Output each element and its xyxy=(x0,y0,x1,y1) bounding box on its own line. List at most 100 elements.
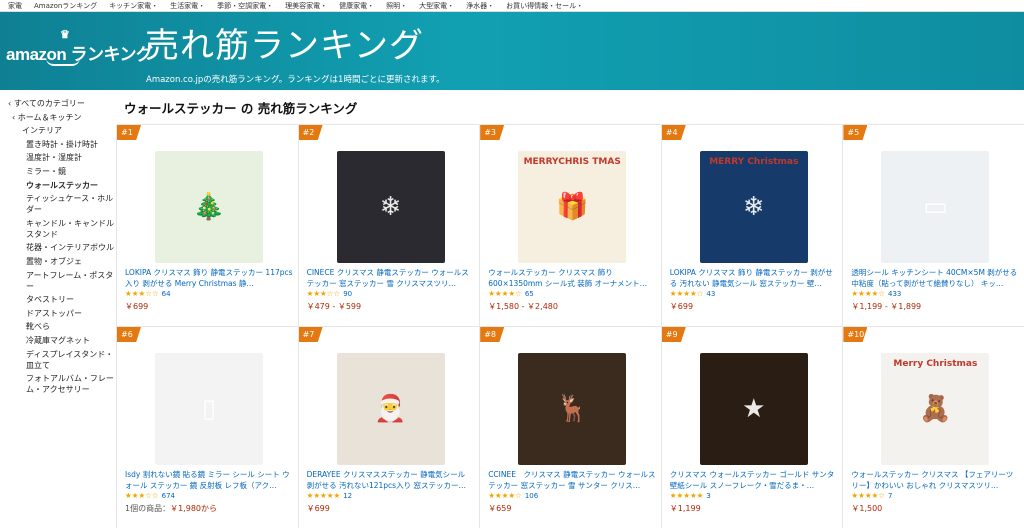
star-rating[interactable]: ★★★★☆ 43 xyxy=(670,289,716,298)
rank-badge: #8 xyxy=(480,327,505,342)
product-grid: #1 🎄 LOKIPA クリスマス 飾り 静電ステッカー 117pcs入り 剥が… xyxy=(116,124,1024,528)
product-card: #5 ▭ 透明シール キッチンシート 40CM×5M 剥がせる中粘度（貼って剥が… xyxy=(842,124,1024,326)
sidebar-category-item[interactable]: 靴べら xyxy=(8,321,118,332)
product-image-icon: 🦌 xyxy=(556,394,589,424)
product-image[interactable]: ★ xyxy=(699,353,808,465)
product-image-icon: ❄ xyxy=(742,192,765,222)
sidebar-category-item[interactable]: インテリア xyxy=(8,125,118,136)
banner-subtitle: Amazon.co.jpの売れ筋ランキング。ランキングは1時間ごとに更新されます… xyxy=(146,75,445,85)
product-title-link[interactable]: 透明シール キッチンシート 40CM×5M 剥がせる中粘度（貼って剥がせて絶賛り… xyxy=(851,267,1019,289)
review-count[interactable]: 3 xyxy=(706,492,710,500)
topnav-item[interactable]: 家電 xyxy=(8,1,22,11)
star-rating[interactable]: ★★★☆☆ 674 xyxy=(125,491,175,500)
crown-icon: ♛ xyxy=(60,29,70,41)
rank-badge: #3 xyxy=(480,125,505,140)
product-card: #9 ★ クリスマス ウォールステッカー ゴールド サンタ 壁紙シール スノーフ… xyxy=(660,326,843,528)
review-count[interactable]: 65 xyxy=(525,290,534,298)
product-price: ￥699 xyxy=(670,301,693,312)
sidebar-category-item[interactable]: ティッシュケース・ホルダー xyxy=(8,193,118,215)
sidebar-category-item[interactable]: アートフレーム・ポスター xyxy=(8,270,118,292)
rank-badge: #5 xyxy=(843,125,868,140)
product-title-link[interactable]: LOKIPA クリスマス 飾り 静電ステッカー 117pcs入り 剥がせる Me… xyxy=(125,267,293,289)
star-rating[interactable]: ★★★★☆ 65 xyxy=(488,289,534,298)
review-count[interactable]: 43 xyxy=(706,290,715,298)
price-value: ￥1,199 xyxy=(669,504,701,513)
sidebar-category-item[interactable]: 置き時計・掛け時計 xyxy=(8,139,118,150)
sidebar-category-item[interactable]: ‹ すべてのカテゴリー xyxy=(8,98,118,109)
topnav-item[interactable]: 浄水器・ xyxy=(466,1,494,11)
topnav-item[interactable]: 生活家電・ xyxy=(170,1,205,11)
star-rating[interactable]: ★★★★★ 12 xyxy=(307,491,353,500)
stars: ★★★☆☆ xyxy=(125,491,159,500)
sidebar-category-item[interactable]: ミラー・鏡 xyxy=(8,166,118,177)
review-count[interactable]: 12 xyxy=(343,492,352,500)
review-count[interactable]: 106 xyxy=(525,492,538,500)
product-image-icon: ▯ xyxy=(201,394,217,424)
product-image[interactable]: ❄ MERRY Christmas xyxy=(699,151,808,263)
product-title-link[interactable]: LOKIPA クリスマス 飾り 静電ステッカー 剥がせる 汚れない 静電気シール… xyxy=(670,267,838,289)
rank-badge: #2 xyxy=(298,125,323,140)
stars: ★★★★☆ xyxy=(488,289,522,298)
price-value: ￥699 xyxy=(669,302,694,311)
product-title-link[interactable]: ウォールステッカー クリスマス 飾り 600×1350mm シール式 装飾 オー… xyxy=(488,267,656,289)
product-card: #6 ▯ Isdy 割れない鏡 貼る鏡 ミラー シール シート ウォール ステッ… xyxy=(116,326,298,528)
sidebar-category-item[interactable]: 置物・オブジェ xyxy=(8,256,118,267)
review-count[interactable]: 90 xyxy=(343,290,352,298)
product-image-icon: ❄ xyxy=(379,192,402,222)
topnav-item[interactable]: 理美容家電・ xyxy=(285,1,327,11)
sidebar-category-item[interactable]: 冷蔵庫マグネット xyxy=(8,335,118,346)
sidebar-category-item[interactable]: 花器・インテリアボウル xyxy=(8,242,118,253)
product-title-link[interactable]: CCINEE クリスマス 静電ステッカー ウォールステッカー 窓ステッカー 雪 … xyxy=(488,469,656,491)
sidebar-category-item[interactable]: ディスプレイスタンド・皿立て xyxy=(8,349,118,371)
star-rating[interactable]: ★★★☆☆ 64 xyxy=(125,289,171,298)
star-rating[interactable]: ★★★★☆ 433 xyxy=(851,289,901,298)
rank-badge: #6 xyxy=(117,327,141,342)
product-card: #2 ❄ CINECE クリスマス 静電ステッカー ウォールステッカー 窓ステッ… xyxy=(297,124,480,326)
product-image[interactable]: 🧸 Merry Christmas xyxy=(881,353,990,465)
star-rating[interactable]: ★★★★★ 3 xyxy=(670,491,711,500)
product-title-link[interactable]: DERAYEE クリスマスステッカー 静電気シール 剥がせる 汚れない121pc… xyxy=(307,469,475,491)
sidebar-category-item[interactable]: ‹ ホーム＆キッチン xyxy=(8,112,118,123)
topnav-item[interactable]: お買い得情報・セール・ xyxy=(506,1,583,11)
star-rating[interactable]: ★★★☆☆ 90 xyxy=(307,289,353,298)
sidebar-category-item[interactable]: 温度計・湿度計 xyxy=(8,152,118,163)
product-image[interactable]: 🎅 xyxy=(336,353,445,465)
sidebar-category-item[interactable]: フォトアルバム・フレーム・アクセサリー xyxy=(8,373,118,395)
topnav-item[interactable]: キッチン家電・ xyxy=(109,1,158,11)
product-image[interactable]: 🎁 MERRYCHRIS TMAS xyxy=(518,151,627,263)
product-image[interactable]: 🎄 xyxy=(155,151,263,263)
review-count[interactable]: 433 xyxy=(888,290,901,298)
topnav-item[interactable]: 大型家電・ xyxy=(419,1,454,11)
product-title-link[interactable]: CINECE クリスマス 静電ステッカー ウォールステッカー 窓ステッカー 雪 … xyxy=(307,267,475,289)
price-value: ￥699 xyxy=(306,504,330,513)
product-card: #3 🎁 MERRYCHRIS TMAS ウォールステッカー クリスマス 飾り … xyxy=(479,124,661,326)
smile-arrow-icon xyxy=(46,58,80,66)
product-image[interactable]: ▭ xyxy=(881,151,990,263)
amazon-ranking-logo[interactable]: ♛ amazon ランキング xyxy=(6,29,153,66)
sidebar-category-item[interactable]: タペストリー xyxy=(8,294,118,305)
product-price: ￥699 xyxy=(125,301,148,312)
review-count[interactable]: 7 xyxy=(888,492,892,500)
topnav-item[interactable]: Amazonランキング xyxy=(34,1,97,11)
stars: ★★★★☆ xyxy=(851,289,885,298)
star-rating[interactable]: ★★★★☆ 106 xyxy=(488,491,538,500)
top-nav: 家電 Amazonランキング キッチン家電・ 生活家電・ 季節・空調家電・ 理美容家電・ 健… xyxy=(0,0,1024,12)
product-title-link[interactable]: Isdy 割れない鏡 貼る鏡 ミラー シール シート ウォール ステッカー 鏡 … xyxy=(125,469,293,491)
sidebar-category-item[interactable]: ドアストッパー xyxy=(8,308,118,319)
sidebar-category-item[interactable]: キャンドル・キャンドルスタンド xyxy=(8,218,118,240)
product-title-link[interactable]: クリスマス ウォールステッカー ゴールド サンタ 壁紙シール スノーフレーク・雪… xyxy=(670,469,838,491)
product-title-link[interactable]: ウォールステッカー クリスマス 【フェアリーツリー】かわいい おしゃれ クリスマ… xyxy=(851,469,1019,491)
star-rating[interactable]: ★★★★☆ 7 xyxy=(851,491,892,500)
product-price: ￥659 xyxy=(488,503,511,514)
topnav-item[interactable]: 照明・ xyxy=(386,1,407,11)
product-image[interactable]: ❄ xyxy=(336,151,445,263)
product-card: #7 🎅 DERAYEE クリスマスステッカー 静電気シール 剥がせる 汚れない… xyxy=(297,326,480,528)
product-image[interactable]: 🦌 xyxy=(518,353,627,465)
topnav-item[interactable]: 健康家電・ xyxy=(339,1,374,11)
review-count[interactable]: 674 xyxy=(162,492,175,500)
topnav-item[interactable]: 季節・空調家電・ xyxy=(217,1,273,11)
product-image-text: MERRY Christmas xyxy=(709,157,799,167)
review-count[interactable]: 64 xyxy=(162,290,171,298)
product-image[interactable]: ▯ xyxy=(155,353,263,465)
product-price: ￥479 - ￥599 xyxy=(307,301,362,312)
